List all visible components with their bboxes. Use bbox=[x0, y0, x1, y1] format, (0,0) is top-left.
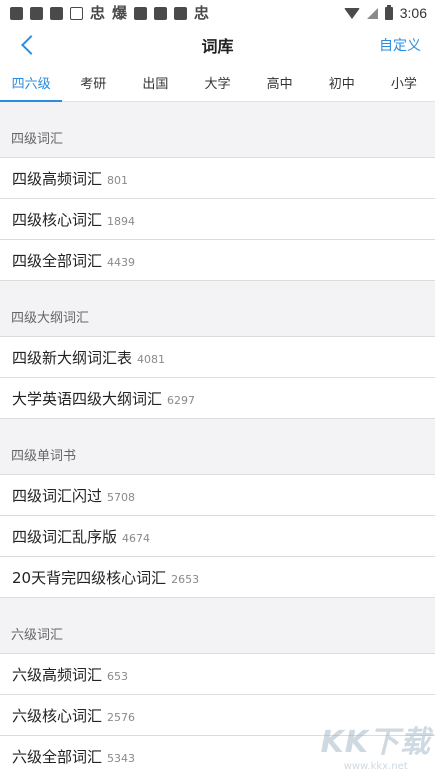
status-glyph: 忠 bbox=[194, 3, 210, 22]
wordbook-title: 四级全部词汇 bbox=[12, 251, 103, 270]
word-count: 1894 bbox=[107, 214, 136, 228]
wordbook-row[interactable]: 四级高频词汇 801 bbox=[0, 158, 435, 199]
section-header: 四级单词书 bbox=[0, 419, 435, 475]
word-count: 5708 bbox=[107, 490, 136, 504]
status-glyph: 忠 bbox=[90, 3, 106, 22]
word-count: 6297 bbox=[167, 393, 196, 407]
section-header: 四级词汇 bbox=[0, 102, 435, 158]
wordbook-title: 六级核心词汇 bbox=[12, 706, 103, 725]
status-bar-right: 3:06 bbox=[343, 4, 427, 21]
app-icon bbox=[174, 6, 188, 20]
wordbook-title: 四级词汇乱序版 bbox=[12, 527, 118, 546]
word-count: 4439 bbox=[107, 255, 136, 269]
watermark: KK下载 www.kkx.net bbox=[321, 717, 432, 772]
wordbook-title: 四级核心词汇 bbox=[12, 210, 103, 229]
word-count: 4674 bbox=[122, 531, 151, 545]
app-header: 词库 自定义 bbox=[0, 26, 435, 64]
app-icon bbox=[50, 6, 63, 20]
page-title: 词库 bbox=[201, 37, 234, 56]
tab-5[interactable]: 初中 bbox=[311, 64, 373, 101]
status-glyph: 爆 bbox=[112, 3, 128, 22]
tab-1[interactable]: 考研 bbox=[62, 64, 124, 101]
word-count: 2576 bbox=[107, 710, 136, 724]
wifi-icon bbox=[343, 7, 360, 19]
app-icon bbox=[134, 6, 148, 20]
app-icon bbox=[70, 6, 83, 20]
word-count: 801 bbox=[107, 173, 129, 187]
custom-button[interactable]: 自定义 bbox=[379, 35, 421, 55]
wordbook-title: 六级高频词汇 bbox=[12, 665, 103, 684]
wordbook-row[interactable]: 20天背完四级核心词汇 2653 bbox=[0, 557, 435, 598]
word-count: 5343 bbox=[107, 751, 136, 765]
wordbook-title: 大学英语四级大纲词汇 bbox=[12, 389, 163, 408]
wordbook-list: 四级词汇 四级高频词汇 801 四级核心词汇 1894 四级全部词汇 4439 四级大纲词汇四… bbox=[0, 102, 435, 774]
wordbook-title: 四级词汇闪过 bbox=[12, 486, 103, 505]
wordbook-title: 四级高频词汇 bbox=[12, 169, 103, 188]
status-bar: 忠 爆 忠 3:06 bbox=[0, 0, 435, 26]
wordbook-title: 四级新大纲词汇表 bbox=[12, 348, 133, 367]
word-count: 653 bbox=[107, 669, 129, 683]
wordbook-row[interactable]: 四级新大纲词汇表 4081 bbox=[0, 337, 435, 378]
chevron-left-icon[interactable] bbox=[21, 35, 41, 55]
wordbook-row[interactable]: 四级全部词汇 4439 bbox=[0, 240, 435, 281]
watermark-url: www.kkx.net bbox=[343, 761, 408, 772]
wordbook-row[interactable]: 四级词汇乱序版 4674 bbox=[0, 516, 435, 557]
wordbook-row[interactable]: 大学英语四级大纲词汇 6297 bbox=[0, 378, 435, 419]
tab-6[interactable]: 小学 bbox=[373, 64, 435, 101]
battery-icon bbox=[384, 4, 393, 20]
word-count: 2653 bbox=[171, 572, 200, 586]
app-icon bbox=[30, 6, 43, 20]
tab-2[interactable]: 出国 bbox=[124, 64, 186, 101]
watermark-logo: KK下载 bbox=[320, 725, 431, 760]
category-tabs: 四六级 考研 出国 大学 高中 初中 小学 bbox=[0, 64, 435, 102]
tab-4[interactable]: 高中 bbox=[249, 64, 311, 101]
section-header: 六级词汇 bbox=[0, 598, 435, 654]
notification-icon bbox=[10, 6, 23, 20]
wordbook-row[interactable]: 四级词汇闪过 5708 bbox=[0, 475, 435, 516]
section-header: 四级大纲词汇 bbox=[0, 281, 435, 337]
wordbook-row[interactable]: 六级高频词汇 653 bbox=[0, 654, 435, 695]
app-icon bbox=[154, 6, 168, 20]
word-count: 4081 bbox=[137, 352, 166, 366]
wordbook-title: 20天背完四级核心词汇 bbox=[12, 568, 167, 587]
signal-icon bbox=[366, 7, 378, 19]
tab-0[interactable]: 四六级 bbox=[0, 64, 63, 102]
status-time: 3:06 bbox=[399, 5, 427, 21]
wordbook-title: 六级全部词汇 bbox=[12, 747, 103, 766]
wordbook-row[interactable]: 四级核心词汇 1894 bbox=[0, 199, 435, 240]
status-bar-left: 忠 爆 忠 bbox=[10, 3, 210, 22]
tab-3[interactable]: 大学 bbox=[186, 64, 248, 101]
